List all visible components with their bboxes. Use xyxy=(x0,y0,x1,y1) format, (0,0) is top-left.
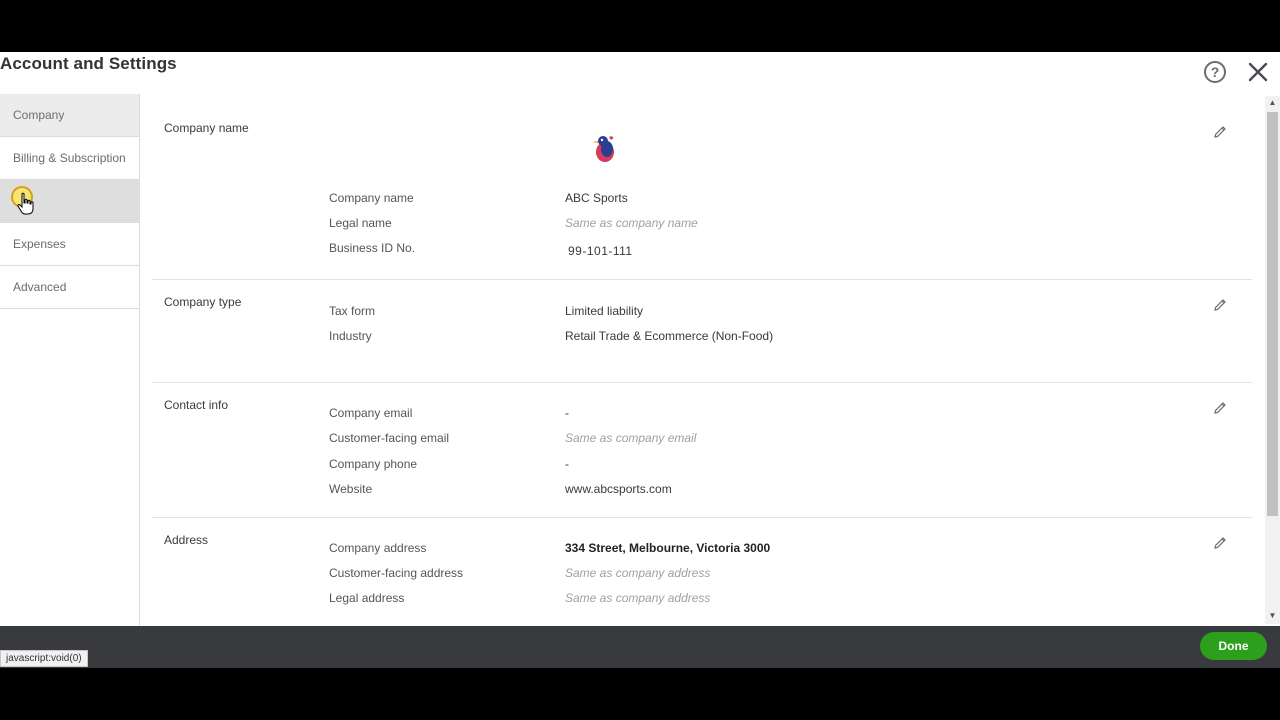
section-title: Company name xyxy=(164,121,249,135)
status-url: javascript:void(0) xyxy=(0,650,88,667)
section-title: Company type xyxy=(164,295,242,309)
section-address: Address Company address 334 Street, Melb… xyxy=(152,518,1252,626)
field-value: Retail Trade & Ecommerce (Non-Food) xyxy=(565,329,774,343)
field-value: 334 Street, Melbourne, Victoria 3000 xyxy=(565,541,771,555)
field-value: - xyxy=(565,457,569,471)
dialog-footer: javascript:void(0) Done xyxy=(0,626,1280,668)
section-company-name: Company name Company name ABC Sports Leg… xyxy=(152,94,1252,280)
sidebar-item-billing[interactable]: Billing & Subscription xyxy=(0,137,139,180)
field-label: Legal name xyxy=(329,216,392,230)
field-value: 99-101-111 xyxy=(568,244,633,258)
scrollbar-thumb[interactable] xyxy=(1267,112,1278,516)
done-button[interactable]: Done xyxy=(1200,632,1267,660)
bird-logo-icon xyxy=(589,132,621,166)
sidebar-item-advanced[interactable]: Advanced xyxy=(0,266,139,309)
field-value: ABC Sports xyxy=(565,191,628,205)
settings-sidebar: Company Billing & Subscription Sales Exp… xyxy=(0,94,140,626)
settings-dialog: Account and Settings ? Company Billing &… xyxy=(0,52,1280,626)
field-label: Legal address xyxy=(329,591,405,605)
field-value: Same as company address xyxy=(565,591,711,605)
bottom-black-bar xyxy=(0,668,1280,720)
pencil-icon[interactable] xyxy=(1212,400,1228,416)
top-black-bar xyxy=(0,0,1280,52)
field-label: Customer-facing address xyxy=(329,566,464,580)
pencil-icon[interactable] xyxy=(1212,297,1228,313)
field-value: Limited liability xyxy=(565,304,644,318)
sidebar-item-company[interactable]: Company xyxy=(0,94,139,137)
settings-content: Company name Company name ABC Sports Leg… xyxy=(152,94,1252,626)
hand-cursor-icon xyxy=(16,192,36,221)
section-contact-info: Contact info Company email - Customer-fa… xyxy=(152,383,1252,518)
field-label: Business ID No. xyxy=(329,241,416,255)
scroll-up-arrow-icon[interactable]: ▲ xyxy=(1265,97,1280,109)
field-label: Industry xyxy=(329,329,372,343)
pencil-icon[interactable] xyxy=(1212,535,1228,551)
dialog-title: Account and Settings xyxy=(0,54,177,73)
section-company-type: Company type Tax form Limited liability … xyxy=(152,280,1252,383)
close-icon[interactable] xyxy=(1246,60,1270,84)
field-label: Company address xyxy=(329,541,427,555)
help-icon[interactable]: ? xyxy=(1204,61,1226,83)
field-value: Same as company address xyxy=(565,566,711,580)
sidebar-item-expenses[interactable]: Expenses xyxy=(0,223,139,266)
field-value: Same as company email xyxy=(565,431,697,445)
section-title: Address xyxy=(164,533,209,547)
pencil-icon[interactable] xyxy=(1212,124,1228,140)
field-value: - xyxy=(565,406,569,420)
section-title: Contact info xyxy=(164,398,229,412)
scroll-down-arrow-icon[interactable]: ▼ xyxy=(1265,610,1280,622)
field-label: Customer-facing email xyxy=(329,431,450,445)
field-label: Tax form xyxy=(329,304,376,318)
field-label: Company phone xyxy=(329,457,418,471)
field-value: Same as company name xyxy=(565,216,698,230)
field-label: Website xyxy=(329,482,373,496)
field-value: www.abcsports.com xyxy=(565,482,672,496)
field-label: Company email xyxy=(329,406,413,420)
field-label: Company name xyxy=(329,191,414,205)
